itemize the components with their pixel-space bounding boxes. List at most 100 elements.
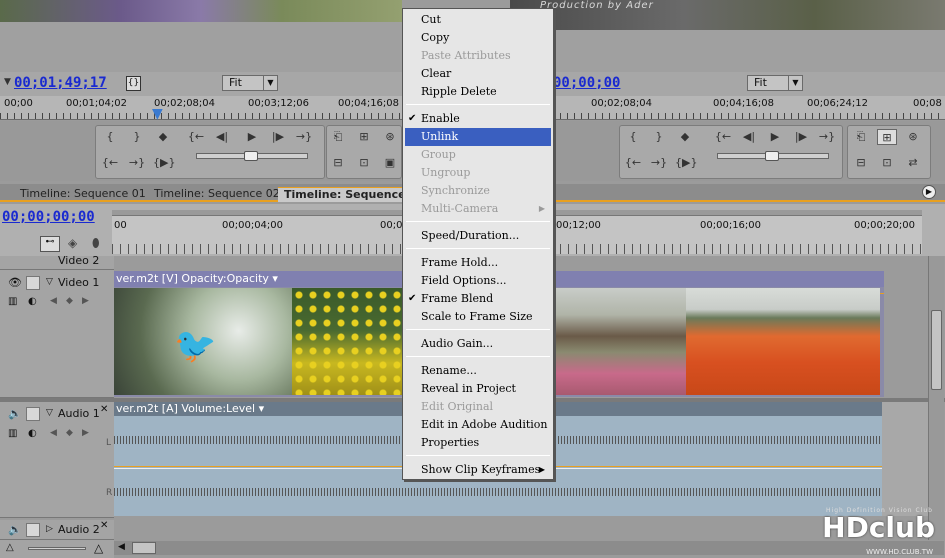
scroll-thumb[interactable] [132, 542, 156, 554]
source-ruler[interactable]: 00;00 00;01;04;02 00;02;08;04 00;03;12;0… [0, 96, 402, 122]
track-header-video2[interactable]: Video 2 [0, 254, 114, 270]
marker-icon[interactable]: ◆ [675, 129, 695, 145]
trim-icon[interactable]: ⇄ [903, 155, 923, 171]
menu-item-audio-gain[interactable]: Audio Gain... [403, 335, 553, 353]
step-forward-icon[interactable]: |▶ [791, 129, 811, 145]
keyframe-menu-icon[interactable]: ◐ [28, 296, 37, 307]
expand-triangle-icon[interactable]: ▷ [46, 524, 53, 534]
set-marker-icon[interactable]: ◈ [68, 236, 77, 250]
loop-icon[interactable]: ⎗ [851, 129, 871, 145]
mark-out-icon[interactable]: } [649, 129, 669, 145]
track-header-video1[interactable]: 👁 ▽ Video 1 ▥ ◐ ◀ ◆ ▶ [0, 270, 114, 398]
panel-menu-icon[interactable]: ▶ [922, 185, 936, 199]
play-icon[interactable]: ▶ [242, 129, 262, 145]
scroll-thumb[interactable] [931, 310, 942, 390]
lock-toggle[interactable] [26, 407, 40, 421]
horizontal-scrollbar[interactable]: ◀ [114, 541, 944, 555]
step-back-icon[interactable]: ◀| [212, 129, 232, 145]
add-keyframe-icon[interactable]: ◆ [66, 296, 73, 306]
next-keyframe-icon[interactable]: ▶ [82, 428, 89, 438]
safe-margins-icon[interactable]: ⊞ [354, 129, 374, 145]
tab-sequence-01[interactable]: Timeline: Sequence 01 [14, 187, 152, 202]
close-icon[interactable]: ✕ [100, 404, 108, 415]
lock-toggle[interactable] [26, 276, 40, 290]
track-header-audio2[interactable]: 🔈 ▷ Audio 2 ✕ [0, 520, 114, 540]
menu-item-unlink[interactable]: Unlink [405, 128, 551, 146]
menu-item-scale-to-frame-size[interactable]: Scale to Frame Size [403, 308, 553, 326]
menu-item-reveal-in-project[interactable]: Reveal in Project [403, 380, 553, 398]
menu-item-edit-in-audition[interactable]: Edit in Adobe Audition [403, 416, 553, 434]
toggle-take-icon[interactable]: ▣ [380, 155, 400, 171]
mark-in-icon[interactable]: { [100, 129, 120, 145]
play-in-to-out-icon[interactable]: {▶} [153, 155, 175, 171]
waveform-icon[interactable]: ▥ [8, 428, 17, 439]
go-to-out-icon[interactable]: →} [817, 129, 837, 145]
settings-icon[interactable]: {} [126, 76, 141, 91]
step-back-icon[interactable]: ◀| [739, 129, 759, 145]
timeline-timecode[interactable]: 00;00;00;00 [2, 209, 95, 225]
tab-sequence-active[interactable]: Timeline: Sequence [278, 187, 412, 202]
lock-toggle[interactable] [26, 523, 40, 537]
go-to-previous-icon[interactable]: {← [100, 155, 120, 171]
lift-icon[interactable]: ⊟ [851, 155, 871, 171]
menu-item-cut[interactable]: Cut [403, 11, 553, 29]
source-timecode[interactable]: 00;01;49;17 [14, 75, 107, 91]
menu-item-frame-blend[interactable]: ✔ Frame Blend [403, 290, 553, 308]
output-icon[interactable]: ⊛ [380, 129, 400, 145]
menu-item-clear[interactable]: Clear [403, 65, 553, 83]
menu-item-rename[interactable]: Rename... [403, 362, 553, 380]
go-to-next-icon[interactable]: →} [649, 155, 669, 171]
mark-in-icon[interactable]: { [623, 129, 643, 145]
scroll-left-icon[interactable]: ◀ [118, 542, 125, 552]
tab-sequence-02[interactable]: Timeline: Sequence 02 [148, 187, 286, 202]
eye-icon[interactable]: 👁 [8, 276, 22, 289]
go-to-in-icon[interactable]: {← [186, 129, 206, 145]
go-to-next-icon[interactable]: →} [127, 155, 147, 171]
speaker-icon[interactable]: 🔈 [8, 523, 22, 536]
shuttle-knob[interactable] [765, 151, 779, 161]
prev-keyframe-icon[interactable]: ◀ [50, 296, 57, 306]
track-header-audio1[interactable]: 🔈 ▽ Audio 1 ✕ ▥ ◐ ◀ ◆ ▶ L R [0, 402, 114, 518]
add-keyframe-icon[interactable]: ◆ [66, 428, 73, 438]
source-zoom-select[interactable]: Fit ▼ [222, 75, 278, 91]
display-style-icon[interactable]: ▥ [8, 296, 17, 307]
program-timecode[interactable]: 00;00;00 [553, 75, 620, 91]
menu-item-speed-duration[interactable]: Speed/Duration... [403, 227, 553, 245]
snap-icon[interactable]: ⊷ [40, 236, 60, 252]
close-icon[interactable]: ✕ [100, 520, 108, 531]
go-to-out-icon[interactable]: →} [294, 129, 314, 145]
collapse-triangle-icon[interactable]: ▽ [46, 408, 53, 418]
overlay-icon[interactable]: ⊡ [354, 155, 374, 171]
menu-item-field-options[interactable]: Field Options... [403, 272, 553, 290]
go-to-previous-icon[interactable]: {← [623, 155, 643, 171]
menu-item-ripple-delete[interactable]: Ripple Delete [403, 83, 553, 101]
menu-item-properties[interactable]: Properties [403, 434, 553, 452]
next-keyframe-icon[interactable]: ▶ [82, 296, 89, 306]
menu-item-frame-hold[interactable]: Frame Hold... [403, 254, 553, 272]
go-to-in-icon[interactable]: {← [713, 129, 733, 145]
speaker-icon[interactable]: 🔈 [8, 407, 22, 420]
set-encore-marker-icon[interactable]: ⬮ [92, 236, 100, 251]
zoom-out-icon[interactable]: △ [6, 542, 14, 553]
program-ruler[interactable]: 00;02;08;04 00;04;16;08 00;06;24;12 00;0… [553, 96, 945, 120]
play-in-to-out-icon[interactable]: {▶} [675, 155, 697, 171]
safe-margins-icon[interactable]: ⊞ [877, 129, 897, 145]
marker-icon[interactable]: ◆ [153, 129, 173, 145]
loop-icon[interactable]: ⎗ [328, 129, 348, 145]
mark-out-icon[interactable]: } [127, 129, 147, 145]
dropdown-triangle-icon[interactable]: ▼ [4, 77, 11, 87]
output-icon[interactable]: ⊛ [903, 129, 923, 145]
vertical-scrollbar[interactable] [928, 256, 944, 540]
menu-item-copy[interactable]: Copy [403, 29, 553, 47]
insert-icon[interactable]: ⊟ [328, 155, 348, 171]
collapse-triangle-icon[interactable]: ▽ [46, 277, 53, 287]
menu-item-enable[interactable]: ✔ Enable [403, 110, 553, 128]
shuttle-knob[interactable] [244, 151, 258, 161]
zoom-in-icon[interactable]: △ [94, 541, 103, 555]
extract-icon[interactable]: ⊡ [877, 155, 897, 171]
playhead-icon[interactable]: ▼ [152, 106, 163, 122]
step-forward-icon[interactable]: |▶ [268, 129, 288, 145]
play-icon[interactable]: ▶ [765, 129, 785, 145]
menu-item-show-clip-keyframes[interactable]: Show Clip Keyframes ▶ [403, 461, 553, 479]
program-zoom-select[interactable]: Fit ▼ [747, 75, 803, 91]
